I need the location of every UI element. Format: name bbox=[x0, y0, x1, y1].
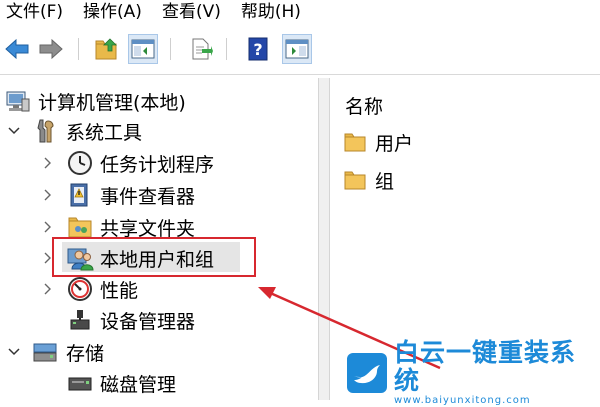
action-pane-icon[interactable] bbox=[282, 34, 312, 64]
folder-icon bbox=[341, 128, 369, 156]
export-list-icon[interactable] bbox=[186, 34, 216, 64]
tree-label: 系统工具 bbox=[66, 121, 143, 144]
tree-label: 存储 bbox=[66, 342, 105, 365]
toolbar: ? bbox=[0, 26, 600, 75]
tools-icon bbox=[32, 117, 60, 145]
watermark: 白云一键重装系统 www.baiyunxitong.com bbox=[346, 339, 596, 406]
chevron-down-icon[interactable] bbox=[6, 344, 22, 360]
folder-icon bbox=[341, 166, 369, 194]
tree-item-event-viewer[interactable]: 事件查看器 bbox=[40, 180, 195, 210]
chevron-down-icon[interactable] bbox=[6, 123, 22, 139]
tree-item-system-tools[interactable]: 系统工具 bbox=[6, 116, 142, 146]
menu-action[interactable]: 操作(A) bbox=[73, 1, 152, 23]
menu-view[interactable]: 查看(V) bbox=[152, 1, 231, 23]
event-viewer-icon bbox=[66, 181, 94, 209]
red-highlight-box bbox=[52, 237, 256, 277]
clock-icon bbox=[66, 149, 94, 177]
menu-bar: 文件(F) 操作(A) 查看(V) 帮助(H) bbox=[0, 0, 600, 24]
tree-label: 事件查看器 bbox=[100, 185, 196, 208]
tree-label: 计算机管理(本地) bbox=[38, 91, 186, 114]
tree-item-performance[interactable]: 性能 bbox=[40, 274, 138, 304]
help-icon[interactable]: ? bbox=[243, 34, 273, 64]
disk-management-icon bbox=[66, 369, 94, 397]
back-arrow-icon[interactable] bbox=[2, 34, 32, 64]
svg-text:?: ? bbox=[253, 40, 262, 59]
performance-gauge-icon bbox=[66, 275, 94, 303]
list-item-users[interactable]: 用户 bbox=[341, 128, 413, 156]
pane-splitter[interactable] bbox=[319, 78, 329, 400]
watermark-brand: 白云一键重装系统 bbox=[394, 338, 577, 395]
menu-file[interactable]: 文件(F) bbox=[0, 1, 73, 23]
tree-item-computer-management[interactable]: 计算机管理(本地) bbox=[4, 86, 186, 116]
forward-arrow-icon[interactable] bbox=[36, 34, 66, 64]
tree-label: 任务计划程序 bbox=[100, 153, 215, 176]
list-item-groups[interactable]: 组 bbox=[341, 166, 394, 194]
tree-item-task-scheduler[interactable]: 任务计划程序 bbox=[40, 148, 214, 178]
chevron-right-icon[interactable] bbox=[40, 155, 56, 171]
tree-label: 性能 bbox=[100, 279, 139, 302]
storage-icon bbox=[32, 338, 60, 366]
computer-management-icon bbox=[4, 87, 32, 115]
list-item-label: 用户 bbox=[375, 132, 414, 155]
up-folder-icon[interactable] bbox=[92, 34, 122, 64]
show-hide-tree-icon[interactable] bbox=[128, 34, 158, 64]
chevron-right-icon[interactable] bbox=[40, 281, 56, 297]
bird-logo-icon bbox=[346, 352, 388, 394]
tree-label: 磁盘管理 bbox=[100, 373, 177, 396]
tree-item-device-manager[interactable]: 设备管理器 bbox=[40, 305, 195, 335]
chevron-right-icon[interactable] bbox=[40, 219, 56, 235]
watermark-url: www.baiyunxitong.com bbox=[394, 395, 531, 406]
column-header-name[interactable]: 名称 bbox=[345, 92, 383, 119]
tree-label: 设备管理器 bbox=[100, 310, 196, 333]
list-item-label: 组 bbox=[375, 170, 395, 193]
device-manager-icon bbox=[66, 306, 94, 334]
tree-item-disk-management[interactable]: 磁盘管理 bbox=[40, 368, 176, 398]
chevron-right-icon[interactable] bbox=[40, 187, 56, 203]
menu-help[interactable]: 帮助(H) bbox=[231, 1, 311, 23]
tree-item-storage[interactable]: 存储 bbox=[6, 337, 104, 367]
